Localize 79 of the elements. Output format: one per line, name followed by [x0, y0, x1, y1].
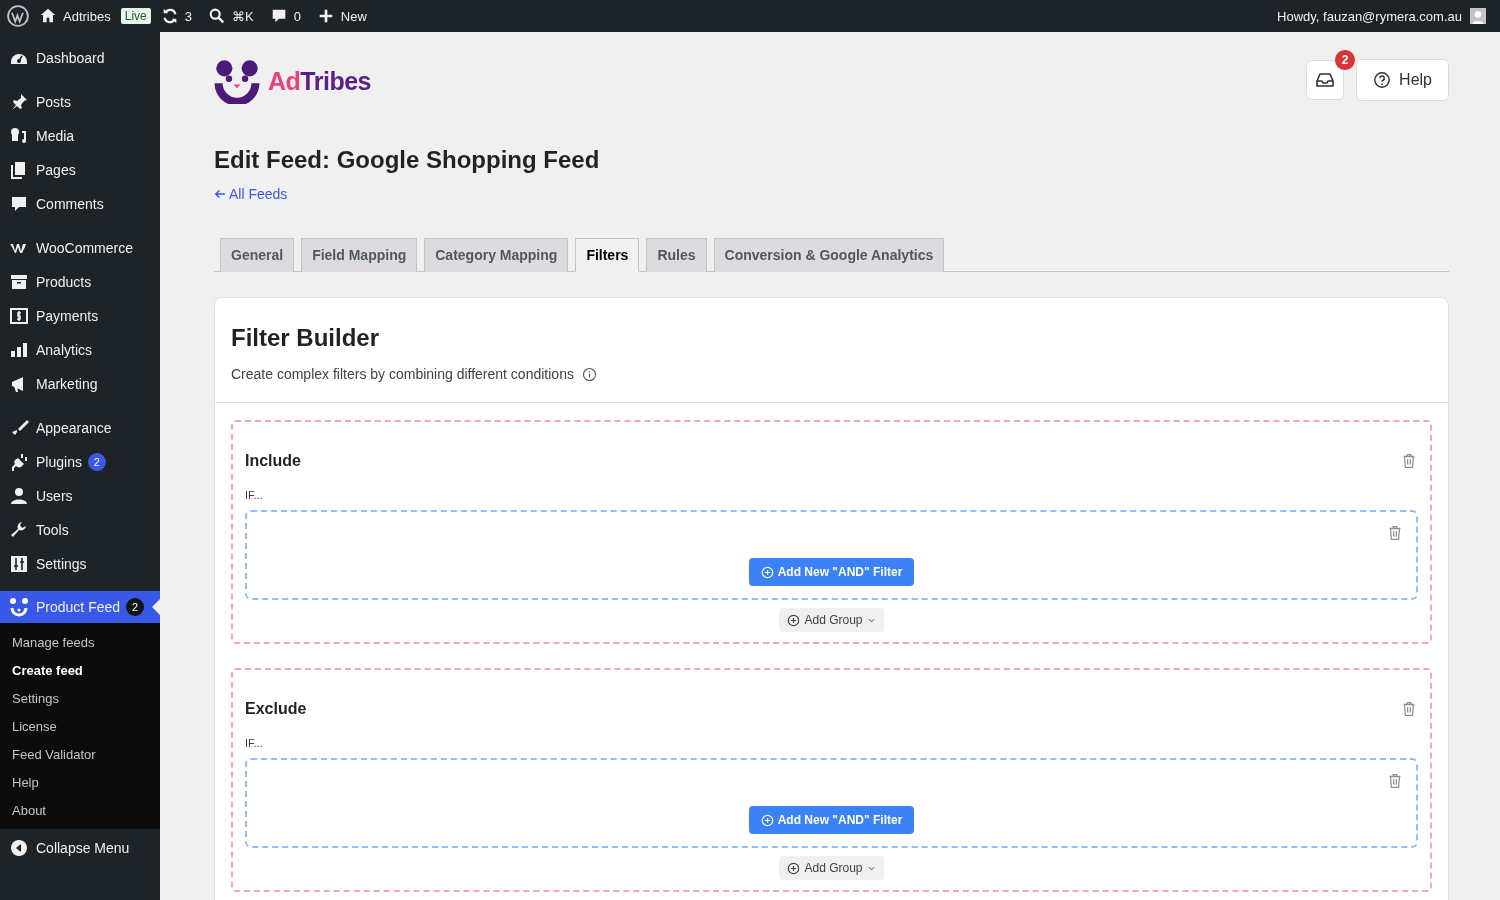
submenu-item[interactable]: License	[0, 713, 160, 741]
submenu-item[interactable]: Create feed	[0, 657, 160, 685]
sidebar-item[interactable]: Media	[0, 119, 160, 153]
collapse-menu-button[interactable]: Collapse Menu	[0, 831, 160, 865]
add-group-button[interactable]: Add Group	[779, 608, 884, 632]
arrow-left-icon	[214, 188, 226, 200]
tab[interactable]: Filters	[575, 238, 640, 272]
user-icon	[9, 486, 29, 506]
sidebar-item[interactable]: Appearance	[0, 411, 160, 445]
avatar-icon	[1470, 8, 1486, 24]
sidebar-item[interactable]: Settings	[0, 547, 160, 581]
new-link[interactable]: New	[310, 0, 373, 32]
media-icon	[9, 126, 29, 146]
back-link[interactable]: All Feeds	[214, 186, 288, 202]
sidebar-item[interactable]: Tools	[0, 513, 160, 547]
box-icon	[9, 272, 29, 292]
help-icon	[1373, 71, 1392, 89]
comment-icon	[9, 194, 29, 214]
plus-circle-icon	[760, 813, 774, 827]
dollar-card-icon	[9, 306, 29, 326]
card-subtitle: Create complex filters by combining different conditions	[231, 366, 574, 382]
panda-icon	[9, 597, 29, 617]
tab[interactable]: General	[220, 238, 295, 272]
tab[interactable]: Conversion & Google Analytics	[713, 238, 945, 272]
live-badge: Live	[120, 8, 151, 24]
site-link[interactable]: Adtribes	[33, 0, 117, 32]
info-icon	[581, 366, 597, 382]
submenu-item[interactable]: About	[0, 797, 160, 825]
notification-count-badge: 2	[1334, 49, 1357, 71]
submenu-item[interactable]: Manage feeds	[0, 629, 160, 657]
bar-chart-icon	[9, 340, 29, 360]
comments-link[interactable]: 0	[263, 0, 307, 32]
count-badge: 2	[126, 598, 145, 616]
section-title: Include	[245, 452, 301, 470]
tab[interactable]: Field Mapping	[301, 238, 418, 272]
sidebar-item[interactable]: Product Feed 2	[0, 591, 160, 623]
search-icon	[207, 7, 226, 25]
sidebar-item[interactable]: Products	[0, 265, 160, 299]
sidebar-item[interactable]: Marketing	[0, 367, 160, 401]
help-button[interactable]: Help	[1356, 59, 1449, 101]
submenu-item[interactable]: Feed Validator	[0, 741, 160, 769]
submenu-item[interactable]: Settings	[0, 685, 160, 713]
panda-logo-icon	[214, 58, 260, 104]
sidebar-item[interactable]: Payments	[0, 299, 160, 333]
sidebar-item[interactable]: Posts	[0, 85, 160, 119]
sidebar-item[interactable]: Plugins 2	[0, 445, 160, 479]
count-badge: 2	[87, 453, 106, 471]
search-link[interactable]: ⌘K	[201, 0, 260, 32]
home-icon	[39, 7, 57, 25]
inbox-icon	[1315, 70, 1336, 90]
plus-circle-icon	[787, 861, 801, 875]
pointer-triangle	[152, 599, 160, 615]
tab[interactable]: Category Mapping	[424, 238, 569, 272]
sidebar-item[interactable]: Dashboard	[0, 41, 160, 75]
if-label: IF...	[245, 737, 264, 749]
card-title: Filter Builder	[231, 324, 381, 352]
sidebar-item[interactable]: Comments	[0, 187, 160, 221]
add-group-button[interactable]: Add Group	[779, 856, 884, 880]
sidebar-item[interactable]: Users	[0, 479, 160, 513]
if-label: IF...	[245, 489, 264, 501]
sidebar-item[interactable]: Pages	[0, 153, 160, 187]
adtribes-logo: AdTribes	[214, 58, 371, 104]
section-title: Exclude	[245, 700, 307, 718]
sliders-icon	[9, 554, 29, 574]
account-link[interactable]: Howdy, fauzan@rymera.com.au	[1271, 0, 1492, 32]
wordpress-logo-icon	[7, 5, 29, 27]
plus-circle-icon	[787, 613, 801, 627]
plug-icon	[9, 452, 29, 472]
tab[interactable]: Rules	[646, 238, 707, 272]
collapse-icon	[9, 838, 29, 858]
sidebar-item[interactable]: Analytics	[0, 333, 160, 367]
add-filter-button[interactable]: Add New "AND" Filter	[748, 806, 915, 834]
sidebar-item[interactable]: WooCommerce	[0, 231, 160, 265]
add-filter-button[interactable]: Add New "AND" Filter	[748, 558, 915, 586]
page-title: Edit Feed: Google Shopping Feed	[214, 146, 601, 174]
submenu-item[interactable]: Help	[0, 769, 160, 797]
plus-circle-icon	[760, 565, 774, 579]
updates-link[interactable]: 3	[154, 0, 198, 32]
pin-icon	[9, 92, 29, 112]
